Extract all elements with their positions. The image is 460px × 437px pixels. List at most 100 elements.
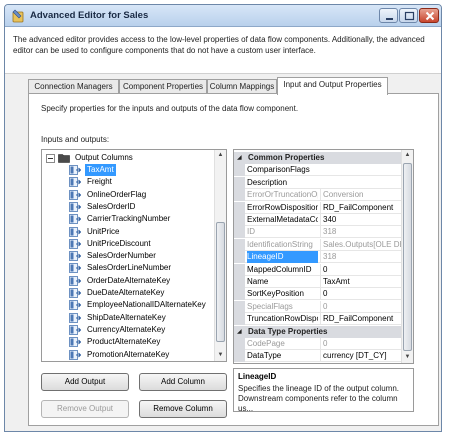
property-value[interactable]: 0 xyxy=(320,288,406,301)
property-row[interactable]: DataType currency [DT_CY] xyxy=(234,350,406,363)
column-icon xyxy=(69,189,81,200)
property-gutter xyxy=(234,263,245,276)
tree-folder-label: Output Columns xyxy=(75,153,133,162)
property-row[interactable]: CodePage 0 xyxy=(234,338,406,350)
property-value[interactable]: RD_FailComponent xyxy=(320,201,406,214)
column-icon xyxy=(69,226,81,237)
tree-item-column[interactable]: PromotionAlternateKey xyxy=(69,349,219,361)
add-column-button[interactable]: Add Column xyxy=(139,373,227,391)
editor-app-icon xyxy=(12,9,24,23)
remove-column-button[interactable]: Remove Column xyxy=(139,400,227,418)
property-row[interactable]: ExternalMetadataColumnID340 xyxy=(234,214,406,226)
column-icon xyxy=(69,201,81,212)
property-value[interactable]: RD_FailComponent xyxy=(320,313,406,326)
tree-item-column[interactable]: UnitPrice xyxy=(69,226,219,238)
property-row[interactable]: LineageID 318 xyxy=(234,251,406,264)
add-output-button[interactable]: Add Output xyxy=(41,373,129,391)
property-row[interactable]: Description xyxy=(234,176,406,189)
grid-scroll-up-icon[interactable]: ▲ xyxy=(402,150,413,161)
tab-connection-managers[interactable]: Connection Managers xyxy=(28,79,119,94)
tab-column-mappings[interactable]: Column Mappings xyxy=(207,79,277,94)
scroll-down-icon[interactable]: ▼ xyxy=(215,350,226,361)
property-row[interactable]: SortKeyPosition 0 xyxy=(234,288,406,301)
property-row[interactable]: ComparisonFlags xyxy=(234,164,406,177)
property-name: MappedColumnID xyxy=(247,264,312,274)
inputs-outputs-tree[interactable]: Output Columns TaxAmt Freight OnlineOrderF… xyxy=(41,149,227,362)
property-value[interactable]: 318 xyxy=(320,251,406,264)
property-row[interactable]: MappedColumnID 0 xyxy=(234,263,406,276)
property-value[interactable]: 0 xyxy=(320,263,406,276)
tree-item-column[interactable]: SalesOrderLineNumber xyxy=(69,262,219,274)
property-row[interactable]: TruncationRowDispositionRD_FailComponent xyxy=(234,313,406,326)
tab-input-output-properties[interactable]: Input and Output Properties xyxy=(277,77,388,95)
category-collapse-icon[interactable]: ◢ xyxy=(237,326,242,338)
tree-item-column[interactable]: Freight xyxy=(69,176,219,188)
property-row[interactable]: Name TaxAmt xyxy=(234,276,406,288)
property-row[interactable]: ErrorRowDisposition RD_FailComponent xyxy=(234,201,406,214)
property-value[interactable]: 340 xyxy=(320,214,406,226)
scroll-thumb[interactable] xyxy=(216,222,225,342)
tab-component-properties[interactable]: Component Properties xyxy=(119,79,207,94)
property-gutter xyxy=(234,338,245,350)
property-row[interactable]: SpecialFlags 0 xyxy=(234,300,406,313)
column-icon xyxy=(69,263,81,274)
category-data-type-properties[interactable]: ◢ Data Type Properties xyxy=(234,325,406,338)
property-name: ExternalMetadataColumnID xyxy=(247,215,318,224)
grid-scroll-thumb[interactable] xyxy=(403,163,412,351)
tree-item-label: CurrencyAlternateKey xyxy=(87,324,166,334)
category-collapse-icon[interactable]: ◢ xyxy=(237,152,242,164)
scroll-up-icon[interactable]: ▲ xyxy=(215,150,226,161)
tree-scrollbar[interactable]: ▲ ▼ xyxy=(214,150,226,361)
grid-scroll-down-icon[interactable]: ▼ xyxy=(402,352,413,363)
tree-item-label: OrderDateAlternateKey xyxy=(87,275,171,285)
property-value[interactable]: Sales.Outputs[OLE DB Source Output] xyxy=(320,238,406,251)
property-name: ErrorRowDisposition xyxy=(247,202,318,212)
tree-item-column[interactable]: SalesOrderID xyxy=(69,201,219,213)
property-value[interactable]: 0 xyxy=(320,300,406,313)
property-row[interactable]: ID 318 xyxy=(234,226,406,239)
tree-item-column[interactable]: EmployeeNationalIDAlternateKey xyxy=(69,299,219,311)
property-value[interactable]: TaxAmt xyxy=(320,276,406,288)
property-grid-scrollbar[interactable]: ▲ ▼ xyxy=(401,150,413,363)
property-row[interactable]: IdentificationString Sales.Outputs[OLE DB… xyxy=(234,238,406,251)
tree-item-label: SalesOrderLineNumber xyxy=(87,263,172,273)
minimize-button[interactable] xyxy=(379,8,398,23)
property-gutter xyxy=(234,362,245,363)
property-name: DataType xyxy=(247,351,282,361)
collapse-icon[interactable] xyxy=(46,154,55,163)
tree-item-column[interactable]: SalesOrderNumber xyxy=(69,250,219,262)
remove-output-button[interactable]: Remove Output xyxy=(41,400,129,418)
tree-item-column[interactable]: CurrencyAlternateKey xyxy=(69,324,219,336)
tree-item-column[interactable]: CarrierTrackingNumber xyxy=(69,213,219,225)
tree-item-label: UnitPrice xyxy=(87,226,120,236)
title-bar[interactable]: Advanced Editor for Sales xyxy=(5,5,441,27)
editor-description: The advanced editor provides access to t… xyxy=(13,35,425,55)
tree-item-column[interactable]: UnitPriceDiscount xyxy=(69,238,219,250)
property-gutter xyxy=(234,251,245,264)
property-grid[interactable]: ◢ Common Properties ComparisonFlags Descrip… xyxy=(233,149,414,364)
property-row[interactable]: Length0 xyxy=(234,362,406,363)
property-name: CodePage xyxy=(247,339,285,348)
category-common-properties[interactable]: ◢ Common Properties xyxy=(234,152,406,164)
tree-item-column[interactable]: ShipDateAlternateKey xyxy=(69,312,219,324)
property-value[interactable]: 0 xyxy=(320,338,406,350)
tree-item-label: OnlineOrderFlag xyxy=(87,189,147,199)
tree-item-column[interactable]: OnlineOrderFlag xyxy=(69,189,219,201)
close-button[interactable] xyxy=(419,8,439,23)
tree-item-column[interactable]: TaxAmt xyxy=(69,164,219,176)
tree-item-column[interactable]: ProductAlternateKey xyxy=(69,336,219,348)
column-icon xyxy=(69,324,81,335)
tree-item-column[interactable]: OrderDateAlternateKey xyxy=(69,275,219,287)
property-value[interactable]: 0 xyxy=(320,362,406,363)
tree-folder-output-columns[interactable]: Output Columns xyxy=(46,152,206,164)
tree-item-column[interactable]: DueDateAlternateKey xyxy=(69,287,219,299)
tree-item-label: SalesOrderID xyxy=(87,201,136,211)
property-value[interactable]: 318 xyxy=(320,226,406,239)
column-icon xyxy=(69,288,81,298)
property-name: Description xyxy=(247,177,288,187)
property-row[interactable]: ErrorOrTruncationOperationConversion xyxy=(234,189,406,202)
property-value[interactable]: Conversion xyxy=(320,189,406,202)
maximize-button[interactable] xyxy=(399,8,418,23)
property-description-box: LineageID Specifies the lineage ID of th… xyxy=(233,368,414,413)
property-value[interactable]: currency [DT_CY] xyxy=(320,350,406,363)
